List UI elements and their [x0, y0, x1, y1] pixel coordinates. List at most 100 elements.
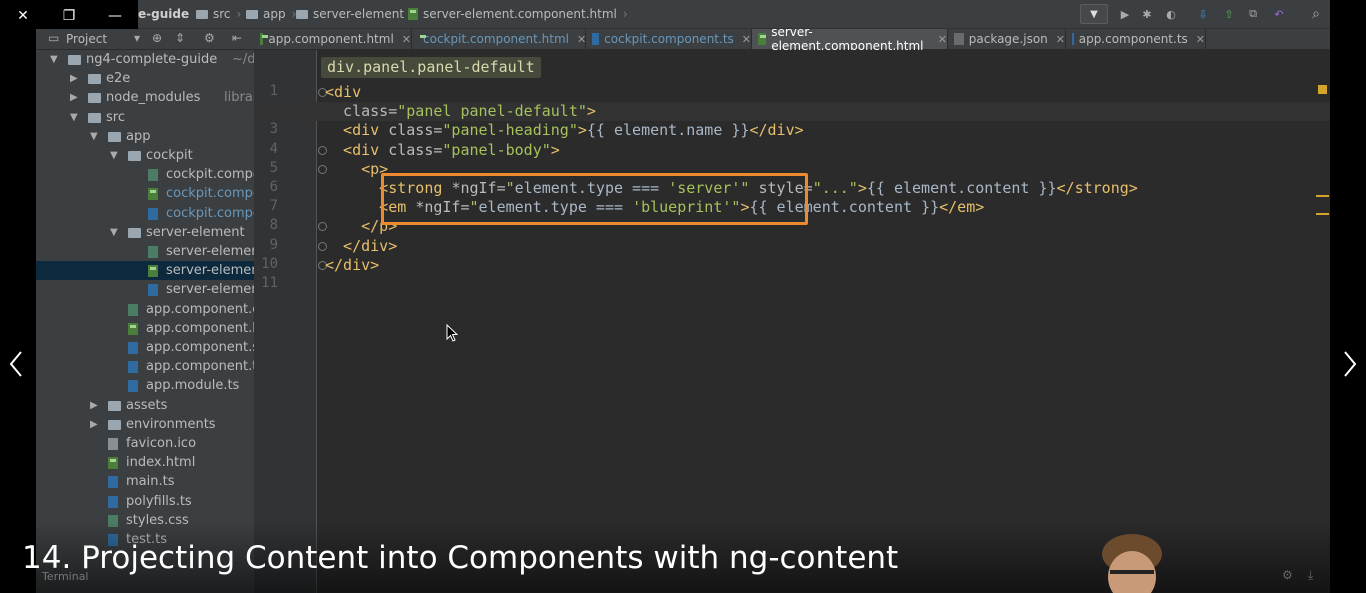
chevron-down-icon[interactable]: ▼	[110, 223, 120, 242]
tree-item-label: main.ts	[126, 474, 175, 490]
editor-tab[interactable]: cockpit.component.html ✕	[412, 29, 586, 49]
run-icon[interactable]: ▶	[1116, 5, 1134, 23]
tree-file[interactable]: cockpit.compone	[36, 184, 254, 203]
gear-icon[interactable]: ⚙	[1282, 568, 1293, 582]
debug-icon[interactable]: ✱	[1138, 5, 1156, 23]
chevron-right-icon[interactable]: ▶	[90, 415, 100, 434]
tree-folder[interactable]: ▶ assets	[36, 396, 254, 415]
tree-folder[interactable]: ▼ ng4-complete-guide ~/deve	[36, 50, 254, 69]
tree-item-label: server-element	[146, 224, 245, 240]
code-line[interactable]: </div>	[325, 237, 397, 255]
close-tab-icon[interactable]: ✕	[402, 33, 411, 46]
code-line[interactable]: </div>	[325, 256, 379, 274]
code-token: >	[550, 140, 560, 159]
restore-icon[interactable]: ❐	[46, 0, 92, 31]
tree-folder[interactable]: ▼ server-element	[36, 223, 254, 242]
chevron-down-icon[interactable]: ▼	[70, 108, 80, 127]
tree-file[interactable]: server-element.c	[36, 242, 254, 261]
breadcrumb-item-file[interactable]: server-element.component.html ›	[408, 0, 628, 28]
tree-file[interactable]: cockpit.compone	[36, 204, 254, 223]
tree-file[interactable]: app.component.spe	[36, 338, 254, 357]
tree-file[interactable]: app.component.css	[36, 300, 254, 319]
chevron-right-icon[interactable]: ▶	[90, 396, 100, 415]
tree-item-label: polyfills.ts	[126, 493, 192, 509]
close-tab-icon[interactable]: ✕	[1056, 33, 1065, 46]
line-number: 1	[269, 83, 278, 99]
tab-label: server-element.component.html	[771, 25, 924, 53]
tree-folder[interactable]: ▶ node_modules library root	[36, 88, 254, 107]
next-video-button[interactable]	[1338, 346, 1362, 382]
collapse-all-icon[interactable]: ⇕	[175, 31, 185, 45]
editor-tab[interactable]: cockpit.component.ts ✕	[586, 29, 752, 49]
tree-folder[interactable]: ▼ src	[36, 108, 254, 127]
project-view-selector[interactable]: Project	[66, 32, 107, 46]
gear-icon[interactable]: ⚙	[204, 31, 215, 45]
tree-folder[interactable]: ▶ environments	[36, 415, 254, 434]
tree-file[interactable]: main.ts	[36, 472, 254, 491]
history-icon[interactable]: ⧉	[1244, 5, 1262, 23]
editor-tab[interactable]: package.json ✕	[948, 29, 1066, 49]
close-icon[interactable]: ✕	[0, 0, 46, 31]
tree-file[interactable]: app.component.ts	[36, 357, 254, 376]
tree-item-label: app.component.ts	[146, 359, 254, 375]
tree-file[interactable]: server-element.c	[36, 261, 254, 281]
code-token: </div>	[325, 236, 398, 255]
tree-file[interactable]: app.module.ts	[36, 376, 254, 395]
code-line[interactable]: <div class="panel-body">	[325, 141, 560, 159]
editor-tab[interactable]: server-element.component.html ✕	[752, 25, 948, 53]
editor-tab[interactable]: app.component.html ✕	[254, 29, 412, 49]
warning-marker[interactable]	[1318, 85, 1327, 94]
typescript-file-icon	[148, 207, 158, 220]
tree-item-label: src	[106, 109, 125, 125]
close-tab-icon[interactable]: ✕	[1196, 33, 1205, 46]
tree-file[interactable]: server-element.c	[36, 280, 254, 299]
tree-file[interactable]: index.html	[36, 453, 254, 472]
tree-folder[interactable]: ▼ app	[36, 127, 254, 146]
breadcrumb-item-server-element[interactable]: server-element›	[296, 0, 415, 28]
vcs-commit-icon[interactable]: ⇧	[1220, 5, 1238, 23]
breadcrumb-item-app[interactable]: app ›	[246, 0, 296, 28]
tree-folder[interactable]: ▼ cockpit	[36, 146, 254, 165]
tree-file[interactable]: polyfills.ts	[36, 492, 254, 511]
tree-file[interactable]: favicon.ico	[36, 434, 254, 453]
hide-panel-icon[interactable]: ⇤	[232, 31, 242, 45]
chevron-right-icon[interactable]: ▶	[70, 69, 80, 88]
editor-tab-bar: app.component.html ✕ cockpit.component.htm…	[254, 25, 1330, 53]
tree-folder[interactable]: ▶ e2e	[36, 69, 254, 88]
editor-tab[interactable]: app.component.ts ✕	[1066, 29, 1206, 49]
close-tab-icon[interactable]: ✕	[577, 33, 586, 46]
code-line[interactable]: <div	[325, 83, 361, 101]
code-line[interactable]: class="panel panel-default">	[325, 102, 596, 120]
search-icon[interactable]: ⌕	[1307, 5, 1325, 23]
change-marker[interactable]	[1316, 195, 1329, 197]
tree-item-label: app.component.htm	[146, 320, 254, 336]
tree-item-suffix: ~/deve	[232, 52, 254, 67]
chevron-down-icon[interactable]: ▼	[90, 127, 100, 146]
code-token: {{ element.content }}	[866, 179, 1057, 197]
run-configuration-dropdown[interactable]: ▼	[1080, 4, 1108, 24]
close-tab-icon[interactable]: ✕	[742, 33, 751, 46]
tree-file[interactable]: app.component.htm	[36, 319, 254, 338]
vcs-update-icon[interactable]: ⇩	[1194, 5, 1212, 23]
navigation-breadcrumb: e-guide› src› app› server-element› serve…	[138, 0, 1330, 29]
coverage-icon[interactable]: ◐	[1162, 5, 1180, 23]
tree-item-label: server-element.c	[166, 244, 254, 259]
code-line[interactable]: <p>	[325, 160, 388, 178]
chevron-right-icon[interactable]: ▶	[70, 88, 80, 107]
tree-file[interactable]: cockpit.compone	[36, 165, 254, 184]
close-tab-icon[interactable]: ✕	[938, 33, 947, 46]
scroll-from-source-icon[interactable]: ⊕	[152, 31, 162, 45]
css-file-icon	[148, 169, 158, 182]
minimize-icon[interactable]: —	[92, 0, 138, 31]
change-marker[interactable]	[1316, 213, 1329, 215]
revert-icon[interactable]: ↶	[1270, 5, 1288, 23]
breadcrumb-item-src[interactable]: src ›	[196, 0, 241, 28]
chevron-down-icon[interactable]: ▼	[110, 146, 120, 165]
hide-panel-icon[interactable]: ⤓	[1308, 568, 1313, 583]
chevron-down-icon[interactable]: ▼	[50, 50, 60, 69]
previous-video-button[interactable]	[4, 346, 28, 382]
code-line[interactable]: <div class="panel-heading">{{ element.na…	[325, 121, 804, 139]
instructor-avatar	[1102, 534, 1162, 593]
breadcrumb-item-project[interactable]: e-guide›	[138, 0, 200, 28]
chevron-down-icon[interactable]: ▾	[134, 31, 140, 45]
